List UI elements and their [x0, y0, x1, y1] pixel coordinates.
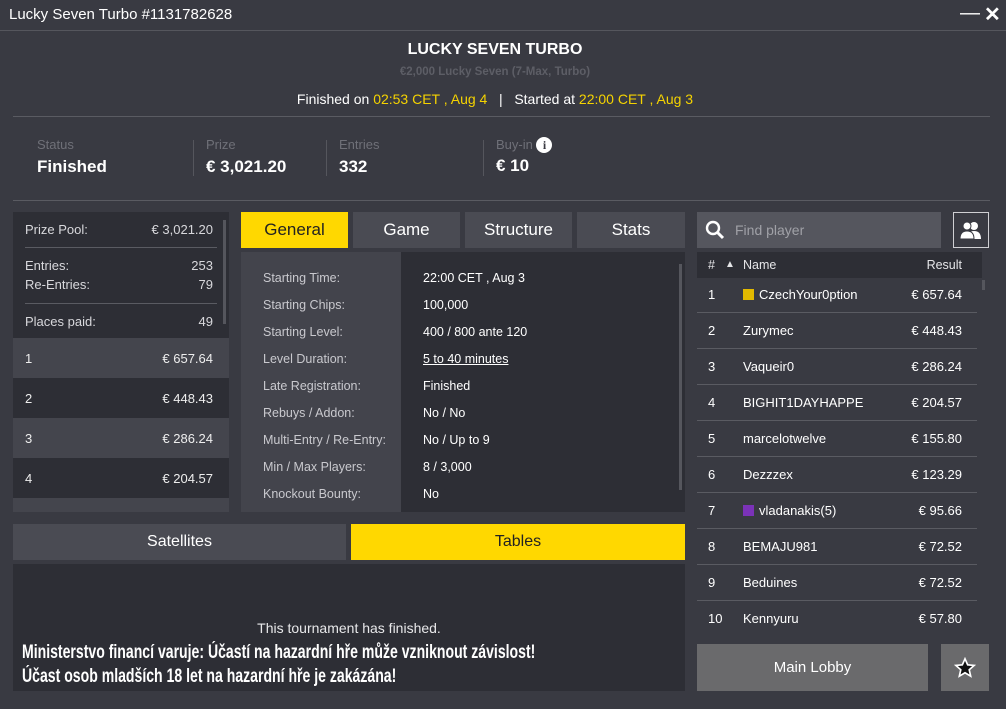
age-warning: Účast osob mladších 18 let na hazardní h… — [22, 666, 397, 687]
gambling-warning: Ministerstvo financí varuje: Účastí na h… — [22, 642, 536, 663]
player-row[interactable]: 9 Beduines € 72.52 — [697, 565, 977, 601]
player-name: marcelotwelve — [743, 431, 827, 446]
find-player-input[interactable] — [735, 222, 925, 238]
prize-pool-row: Prize Pool: € 3,021.20 — [25, 222, 213, 237]
stat-buyin: Buy-in i € 10 — [496, 137, 553, 176]
sort-asc-icon[interactable]: ▲ — [725, 259, 735, 270]
payout-row: 3 € 286.24 — [13, 418, 229, 458]
player-name: Kennyuru — [743, 611, 799, 626]
player-row[interactable]: 10 Kennyuru € 57.80 — [697, 601, 977, 637]
player-row[interactable]: 8 BEMAJU981 € 72.52 — [697, 529, 977, 565]
player-result: € 95.66 — [918, 503, 962, 518]
player-rank: 6 — [708, 467, 716, 482]
payout-row: 2 € 448.43 — [25, 390, 213, 406]
player-result: € 72.52 — [918, 575, 962, 590]
player-row[interactable]: 5 marcelotwelve € 155.80 — [697, 421, 977, 457]
player-rank: 10 — [708, 611, 723, 626]
stat-entries: Entries 332 — [339, 137, 380, 176]
scrollbar[interactable] — [982, 280, 985, 290]
reentries-row: Re-Entries: 79 — [25, 277, 213, 292]
stat-prize: Prize € 3,021.20 — [206, 137, 287, 176]
tab-tables[interactable]: Tables — [351, 524, 685, 560]
tables-message: This tournament has finished. — [257, 620, 441, 636]
payout-row: 4 € 204.57 — [25, 470, 213, 486]
tournament-title: LUCKY SEVEN TURBO — [407, 41, 583, 58]
player-result: € 72.52 — [918, 539, 962, 554]
player-result: € 57.80 — [918, 611, 962, 626]
divider — [326, 140, 327, 176]
main-lobby-button[interactable]: Main Lobby — [697, 644, 928, 691]
player-rank: 1 — [708, 287, 716, 302]
player-result: € 657.64 — [911, 287, 962, 302]
player-name: vladanakis(5) — [743, 503, 836, 518]
player-result: € 448.43 — [911, 323, 962, 338]
tab-structure[interactable]: Structure — [465, 212, 572, 248]
player-rank: 8 — [708, 539, 716, 554]
player-rank: 4 — [708, 395, 716, 410]
scrollbar[interactable] — [223, 220, 226, 324]
player-result: € 286.24 — [911, 359, 962, 374]
player-row[interactable]: 6 Dezzzex € 123.29 — [697, 457, 977, 493]
tab-stats[interactable]: Stats — [577, 212, 685, 248]
player-row[interactable]: 2 Zurymec € 448.43 — [697, 313, 977, 349]
places-paid-row: Places paid: 49 — [25, 314, 213, 329]
tab-satellites[interactable]: Satellites — [13, 524, 346, 560]
player-rank: 5 — [708, 431, 716, 446]
player-rank: 3 — [708, 359, 716, 374]
player-name: Beduines — [743, 575, 798, 590]
tournament-dates: Finished on 02:53 CET , Aug 4 | Started … — [296, 91, 694, 107]
people-icon — [960, 221, 981, 239]
entries-row: Entries: 253 — [25, 258, 213, 273]
started-time: 22:00 CET , Aug 3 — [578, 91, 694, 107]
minimize-button[interactable]: — — [960, 2, 980, 25]
scrollbar[interactable] — [679, 264, 682, 490]
favorite-button[interactable] — [941, 644, 989, 691]
payout-row: 1 € 657.64 — [13, 338, 229, 378]
player-result: € 123.29 — [911, 467, 962, 482]
finished-time: 02:53 CET , Aug 4 — [373, 91, 488, 107]
player-rank: 7 — [708, 503, 716, 518]
player-rank: 2 — [708, 323, 716, 338]
rank-header[interactable]: # — [708, 258, 715, 272]
player-flag-icon — [743, 289, 754, 300]
player-row[interactable]: 3 Vaqueir0 € 286.24 — [697, 349, 977, 385]
general-values: 22:00 CET , Aug 3 100,000 400 / 800 ante… — [401, 252, 685, 512]
player-name: Vaqueir0 — [743, 359, 795, 374]
name-header[interactable]: Name — [743, 258, 776, 272]
prize-panel: Prize Pool: € 3,021.20 Entries: 253 Re-Ent… — [13, 212, 229, 512]
close-button[interactable]: ✕ — [984, 2, 1001, 27]
player-result: € 155.80 — [911, 431, 962, 446]
general-labels: Starting Time: Starting Chips: Starting … — [241, 252, 401, 512]
player-name: Dezzzex — [743, 467, 793, 482]
find-player-search[interactable] — [697, 212, 941, 248]
players-button[interactable] — [953, 212, 989, 248]
divider — [13, 200, 990, 201]
info-icon[interactable]: i — [536, 137, 553, 153]
players-table-header: # ▲ Name Result — [697, 252, 982, 278]
player-result: € 204.57 — [911, 395, 962, 410]
tab-general[interactable]: General — [241, 212, 348, 248]
player-name: BEMAJU981 — [743, 539, 818, 554]
player-name: CzechYour0ption — [743, 287, 858, 302]
player-row[interactable]: 1 CzechYour0ption € 657.64 — [697, 277, 977, 313]
title-bar: Lucky Seven Turbo #1131782628 — ✕ — [0, 0, 1006, 31]
tournament-subtitle: €2,000 Lucky Seven (7-Max, Turbo) — [399, 66, 591, 78]
divider — [193, 140, 194, 176]
divider — [483, 140, 484, 176]
window-title: Lucky Seven Turbo #1131782628 — [9, 6, 233, 23]
player-flag-icon — [743, 505, 754, 516]
tab-game[interactable]: Game — [353, 212, 460, 248]
divider — [13, 116, 990, 117]
player-name: Zurymec — [743, 323, 794, 338]
star-icon — [954, 656, 976, 678]
player-rank: 9 — [708, 575, 716, 590]
stat-status: Status Finished — [37, 137, 107, 176]
search-icon — [705, 220, 725, 240]
level-duration-link[interactable]: 5 to 40 minutes — [423, 352, 508, 366]
player-row[interactable]: 7 vladanakis(5) € 95.66 — [697, 493, 977, 529]
player-name: BIGHIT1DAYHAPPE — [743, 395, 864, 410]
player-row[interactable]: 4 BIGHIT1DAYHAPPE € 204.57 — [697, 385, 977, 421]
result-header[interactable]: Result — [927, 258, 962, 272]
